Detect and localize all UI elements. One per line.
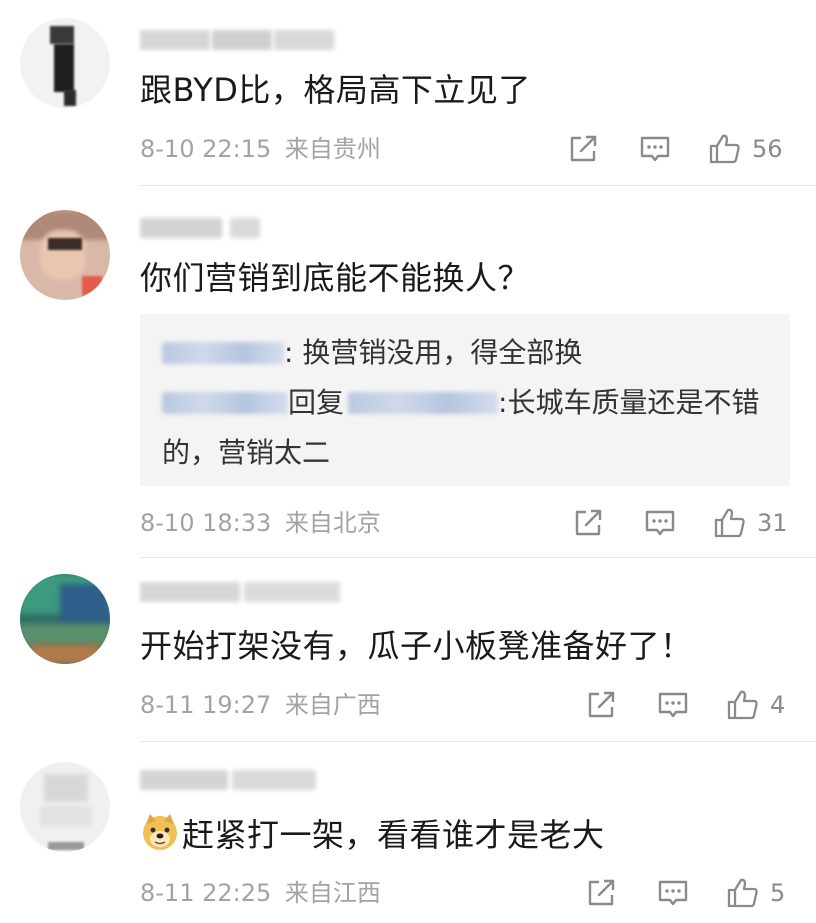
comment-meta: 8-10 22:15 来自贵州 (140, 134, 381, 164)
reply-target-username[interactable] (348, 392, 499, 414)
comment-text: 你们营销到底能不能换人？ (140, 259, 531, 297)
like-count: 5 (770, 879, 786, 907)
reply-word: 回复 (288, 386, 345, 419)
like-count: 31 (757, 509, 788, 537)
divider (140, 741, 816, 742)
share-icon[interactable] (584, 876, 618, 910)
comment-text: 跟BYD比，格局高下立见了 (140, 71, 531, 109)
comment-meta: 8-11 19:27 来自广西 (140, 690, 381, 720)
thumbs-up-icon[interactable] (726, 876, 760, 910)
comment-location: 来自贵州 (284, 135, 381, 163)
divider (140, 557, 816, 558)
reply-panel[interactable]: : 换营销没用，得全部换 回复:长城车质量还是不错的，营销太二 (140, 314, 790, 486)
comment-time: 8-10 18:33 (140, 509, 272, 537)
avatar[interactable] (20, 762, 110, 852)
share-icon[interactable] (571, 506, 605, 540)
divider (140, 185, 816, 186)
comment-meta: 8-11 22:25 来自江西 (140, 878, 381, 908)
comment-time: 8-11 19:27 (140, 691, 272, 719)
avatar[interactable] (20, 574, 110, 664)
reply-username[interactable] (162, 342, 284, 364)
comment-location: 来自北京 (284, 509, 381, 537)
avatar[interactable] (20, 210, 110, 300)
comment-icon[interactable] (638, 132, 672, 166)
doge-emoji (140, 812, 180, 852)
reply-item[interactable]: 回复:长城车质量还是不错的，营销太二 (162, 378, 772, 478)
comment-icon[interactable] (656, 876, 690, 910)
comment-actions: 5 (584, 876, 785, 910)
thumbs-up-icon[interactable] (713, 506, 747, 540)
thumbs-up-icon[interactable] (726, 688, 760, 722)
comment-meta: 8-10 18:33 来自北京 (140, 508, 381, 538)
share-icon[interactable] (566, 132, 600, 166)
comment-location: 来自江西 (284, 879, 381, 907)
share-icon[interactable] (584, 688, 618, 722)
comment-actions: 4 (584, 688, 785, 722)
like-count: 4 (770, 691, 786, 719)
comment-time: 8-10 22:15 (140, 135, 272, 163)
comment-time: 8-11 22:25 (140, 879, 272, 907)
reply-username[interactable] (162, 392, 288, 414)
reply-item[interactable]: : 换营销没用，得全部换 (162, 328, 768, 378)
comment-actions: 56 (566, 132, 783, 166)
comment-icon[interactable] (656, 688, 690, 722)
comment-icon[interactable] (643, 506, 677, 540)
comment-text: 开始打架没有，瓜子小板凳准备好了！ (140, 627, 693, 665)
like-count: 56 (752, 135, 783, 163)
comment-actions: 31 (571, 506, 788, 540)
comment-location: 来自广西 (284, 691, 381, 719)
comment-text: 赶紧打一架，看看谁才是老大 (140, 812, 605, 855)
avatar[interactable] (20, 18, 110, 108)
thumbs-up-icon[interactable] (708, 132, 742, 166)
